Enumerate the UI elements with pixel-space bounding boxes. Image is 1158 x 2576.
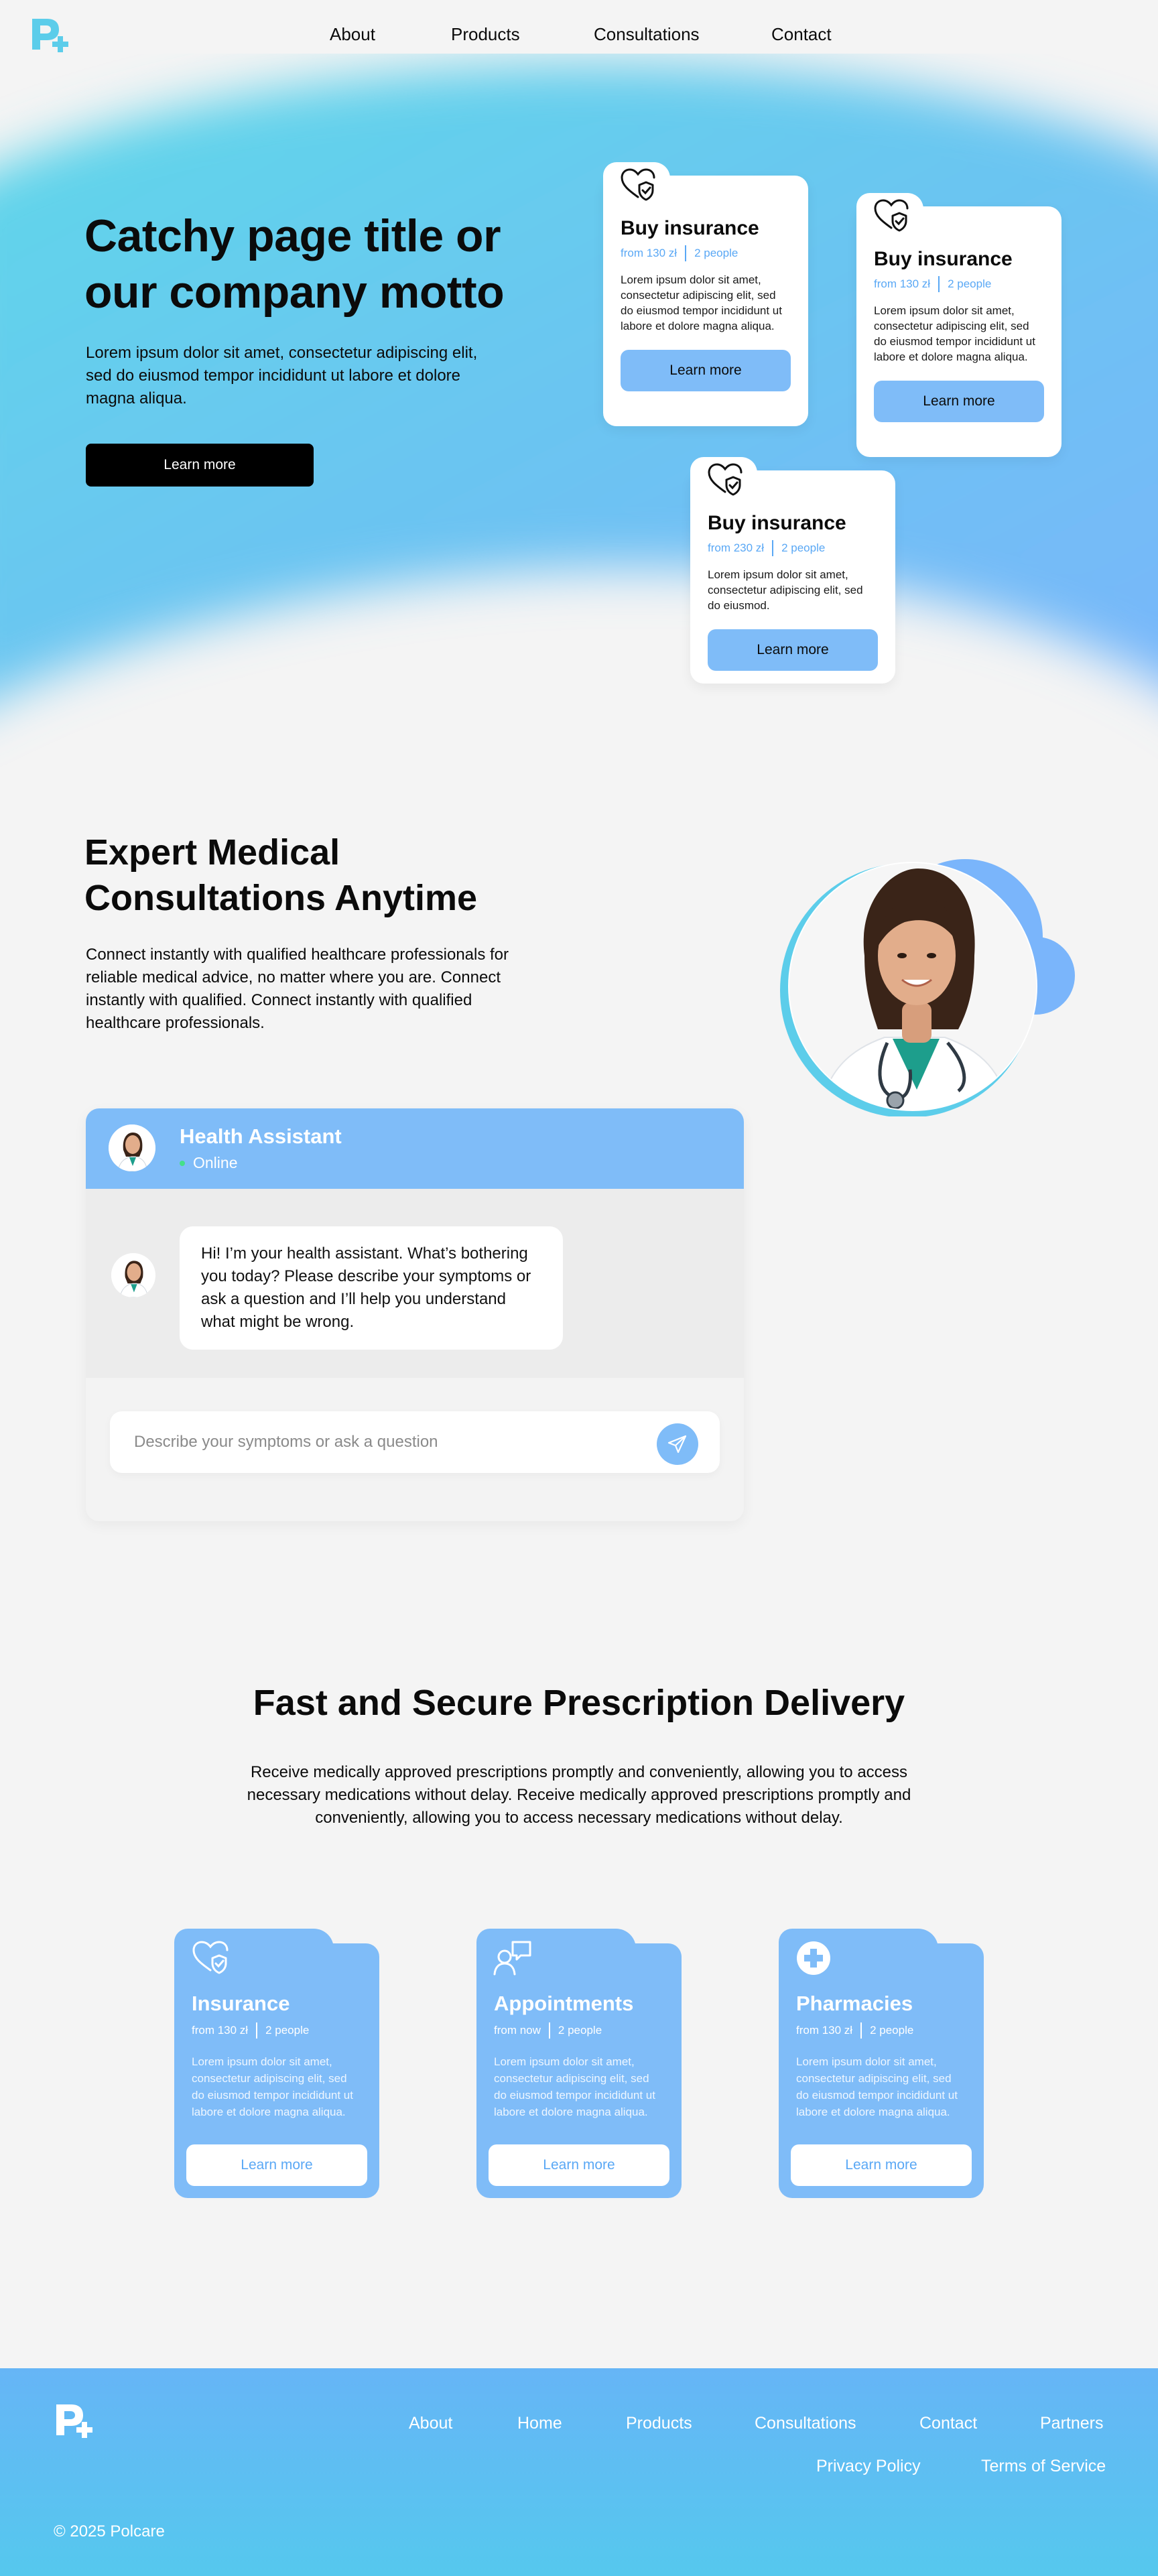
divider <box>860 2022 862 2039</box>
insurance-card: Buy insurance from 130 zł 2 people Lorem… <box>603 162 808 426</box>
copyright: © 2025 Polcare <box>54 2522 165 2540</box>
card-title: Appointments <box>494 1992 634 2015</box>
card-people: 2 people <box>948 277 992 290</box>
card-meta: from now 2 people <box>494 2022 664 2039</box>
top-nav: About Products Consultations Contact <box>0 24 1158 47</box>
card-title: Buy insurance <box>621 217 759 239</box>
insurance-card: Buy insurance from 130 zł 2 people Lorem… <box>856 193 1062 457</box>
footer-link-home[interactable]: Home <box>517 2414 562 2433</box>
divider <box>685 245 687 261</box>
nav-contact[interactable]: Contact <box>771 24 832 45</box>
card-learn-more-button[interactable]: Learn more <box>621 350 791 391</box>
card-meta-secondary: 2 people <box>870 2024 914 2037</box>
footer-link-privacy[interactable]: Privacy Policy <box>816 2457 921 2476</box>
online-indicator <box>180 1160 185 1166</box>
divider <box>772 540 774 556</box>
assistant-message: Hi! I’m your health assistant. What’s bo… <box>180 1226 563 1350</box>
card-meta: from 230 zł 2 people <box>708 540 878 556</box>
hero-subtitle: Lorem ipsum dolor sit amet, consectetur … <box>86 344 478 407</box>
card-description: Lorem ipsum dolor sit amet, consectetur … <box>192 2055 353 2118</box>
footer-link-about[interactable]: About <box>409 2414 452 2433</box>
card-meta-secondary: 2 people <box>265 2024 310 2037</box>
divider <box>548 2022 550 2039</box>
footer-link-contact[interactable]: Contact <box>919 2414 977 2433</box>
nav-about[interactable]: About <box>330 24 375 45</box>
footer-link-partners[interactable]: Partners <box>1040 2414 1103 2433</box>
consultations-subtitle: Connect instantly with qualified healthc… <box>86 946 509 1032</box>
assistant-name: Health Assistant <box>180 1124 342 1148</box>
service-card-appointments: Appointments from now 2 people Lorem ips… <box>476 1929 682 2198</box>
footer-logo[interactable] <box>54 2402 94 2445</box>
insurance-card: Buy insurance from 230 zł 2 people Lorem… <box>690 457 895 684</box>
card-learn-more-button[interactable]: Learn more <box>874 381 1044 422</box>
service-card-insurance: Insurance from 130 zł 2 people Lorem ips… <box>174 1929 379 2198</box>
card-meta: from 130 zł 2 people <box>621 245 791 261</box>
card-description: Lorem ipsum dolor sit amet, consectetur … <box>708 568 863 612</box>
card-meta-secondary: 2 people <box>558 2024 602 2037</box>
medical-cross-icon <box>797 1941 830 1975</box>
chat-messages: Hi! I’m your health assistant. What’s bo… <box>86 1189 744 1378</box>
card-price: from 130 zł <box>874 277 931 290</box>
card-learn-more-button[interactable]: Learn more <box>708 629 878 671</box>
card-title: Buy insurance <box>874 248 1013 270</box>
card-meta-primary: from 130 zł <box>796 2024 853 2037</box>
health-assistant-chat: Health Assistant Online Hi! I’m your hea… <box>86 1108 744 1521</box>
card-description: Lorem ipsum dolor sit amet, consectetur … <box>796 2055 958 2118</box>
footer-link-products[interactable]: Products <box>626 2414 692 2433</box>
assistant-status: Online <box>180 1154 237 1172</box>
footer: About Home Products Consultations Contac… <box>0 2368 1158 2576</box>
card-title: Buy insurance <box>708 512 846 534</box>
send-button[interactable] <box>657 1423 698 1465</box>
divider <box>938 276 940 292</box>
card-title: Insurance <box>192 1992 290 2015</box>
hero-title: Catchy page title or our company motto <box>84 210 505 318</box>
chat-header: Health Assistant Online <box>86 1108 744 1189</box>
heart-shield-icon <box>621 168 655 201</box>
footer-link-consultations[interactable]: Consultations <box>755 2414 856 2433</box>
delivery-subtitle: Receive medically approved prescriptions… <box>247 1763 911 1827</box>
consultations-title: Expert Medical Consultations Anytime <box>84 832 478 918</box>
card-description: Lorem ipsum dolor sit amet, consectetur … <box>621 273 782 332</box>
nav-consultations[interactable]: Consultations <box>594 24 700 45</box>
chat-person-icon <box>493 1941 531 1976</box>
delivery-title: Fast and Secure Prescription Delivery <box>253 1683 905 1723</box>
card-learn-more-button[interactable]: Learn more <box>186 2144 367 2186</box>
hero-learn-more-button[interactable]: Learn more <box>86 444 314 487</box>
heart-shield-icon <box>192 1941 229 1974</box>
heart-shield-icon <box>708 463 743 496</box>
card-price: from 230 zł <box>708 541 765 554</box>
card-price: from 130 zł <box>621 247 678 259</box>
paper-plane-icon <box>667 1435 687 1454</box>
card-meta-primary: from 130 zł <box>192 2024 249 2037</box>
assistant-avatar <box>109 1124 155 1171</box>
card-learn-more-button[interactable]: Learn more <box>791 2144 972 2186</box>
card-title: Pharmacies <box>796 1992 913 2015</box>
card-description: Lorem ipsum dolor sit amet, consectetur … <box>494 2055 655 2118</box>
symptoms-input[interactable] <box>110 1411 720 1473</box>
card-meta: from 130 zł 2 people <box>796 2022 966 2039</box>
card-meta-primary: from now <box>494 2024 541 2037</box>
service-card-pharmacies: Pharmacies from 130 zł 2 people Lorem ip… <box>779 1929 984 2198</box>
status-text: Online <box>193 1154 238 1171</box>
card-meta: from 130 zł 2 people <box>192 2022 362 2039</box>
card-learn-more-button[interactable]: Learn more <box>489 2144 669 2186</box>
footer-link-terms[interactable]: Terms of Service <box>981 2457 1106 2476</box>
assistant-avatar <box>111 1253 155 1297</box>
nav-products[interactable]: Products <box>451 24 520 45</box>
card-meta: from 130 zł 2 people <box>874 276 1044 292</box>
doctor-photo <box>780 859 1075 1116</box>
card-description: Lorem ipsum dolor sit amet, consectetur … <box>874 304 1035 363</box>
divider <box>256 2022 258 2039</box>
card-people: 2 people <box>694 247 738 259</box>
heart-shield-icon <box>874 199 909 232</box>
card-people: 2 people <box>781 541 826 554</box>
